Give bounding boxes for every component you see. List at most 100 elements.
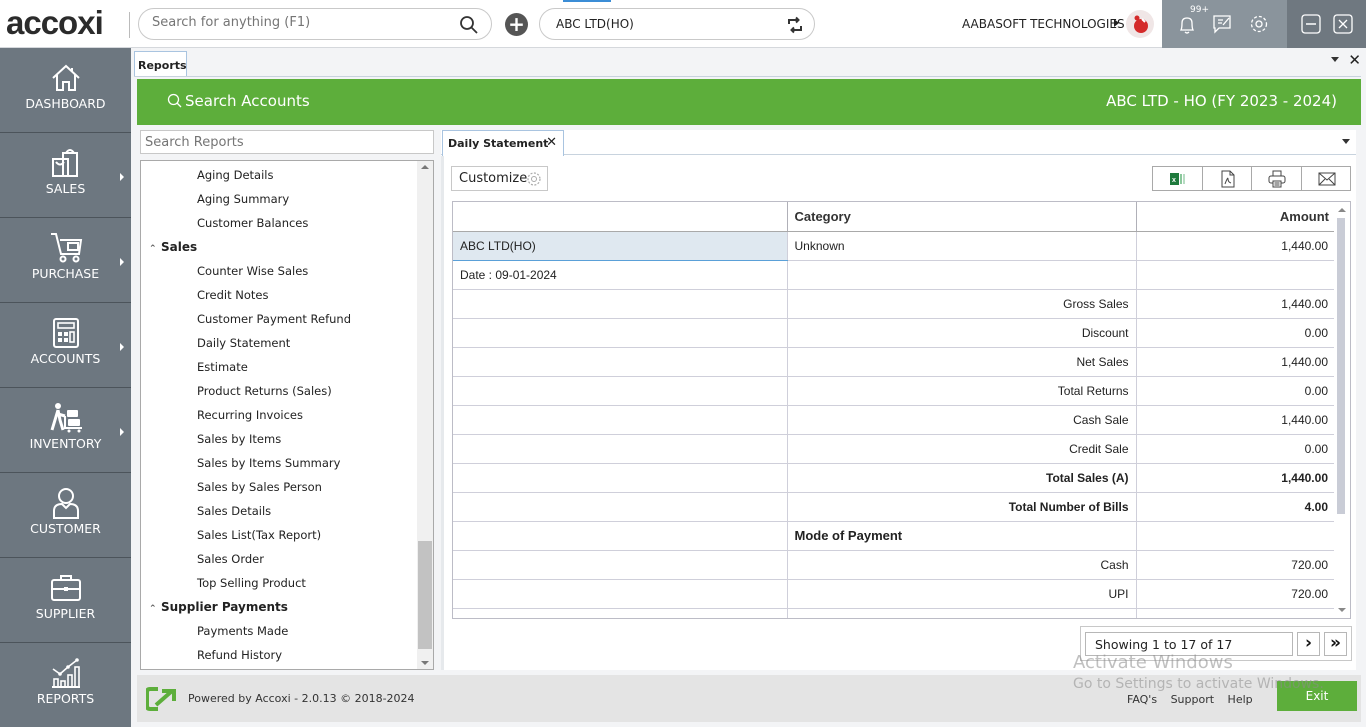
scroll-down-icon[interactable] [1338,608,1346,612]
close-window-icon[interactable] [1332,13,1354,35]
message-edit-icon[interactable] [1212,13,1234,35]
accoxi-logo[interactable]: accoxi [6,4,104,42]
cell-category: Total Number of Bills [787,492,1137,522]
tree-item[interactable]: Top Selling Product [197,576,306,590]
search-reports-input[interactable] [141,131,433,154]
tree-group[interactable]: ⌃ Sales [149,240,197,254]
table-row[interactable]: Mode of Payment [453,521,1336,551]
faq-link[interactable]: FAQ's [1127,693,1157,706]
cell-category: Mode of Payment [787,521,1137,551]
tree-item[interactable]: Counter Wise Sales [197,264,308,278]
table-row[interactable]: Date : 09-01-2024 [453,260,1336,290]
company-selector[interactable]: ABC LTD(HO) [539,8,815,40]
export-pdf-button[interactable] [1203,167,1252,190]
sidebar-item-supplier[interactable]: SUPPLIER [0,558,131,643]
table-row[interactable]: Discount 0.00 [453,318,1336,348]
global-search[interactable] [138,8,492,40]
table-row[interactable]: ABC LTD(HO) Unknown 1,440.00 [453,231,1336,261]
tab-reports[interactable]: Reports [134,51,187,77]
table-row[interactable]: Cash 720.00 [453,550,1336,580]
org-caret-icon[interactable] [1114,19,1119,27]
column-header-amount[interactable]: Amount [1136,202,1336,232]
table-row[interactable]: Total Sales (A) 1,440.00 [453,463,1336,493]
tab-list-dropdown-icon[interactable] [1331,57,1339,62]
column-header[interactable] [453,202,788,232]
sidebar-item-sales[interactable]: SALES [0,133,131,218]
tree-item[interactable]: Sales by Sales Person [197,480,322,494]
print-button[interactable] [1252,167,1302,190]
tab-list-dropdown-icon[interactable] [1342,139,1350,144]
table-row[interactable]: Cash Sale 1,440.00 [453,405,1336,435]
table-row[interactable] [453,608,1336,618]
tree-item[interactable]: Aging Summary [197,192,289,206]
table-row[interactable]: Credit Sale 0.00 [453,434,1336,464]
tree-item[interactable]: Sales by Items Summary [197,456,340,470]
cell-entity: ABC LTD(HO) [453,231,788,261]
tree-item[interactable]: Sales by Items [197,432,281,446]
tree-group-label: Supplier Payments [161,600,288,614]
export-excel-button[interactable]: x [1153,167,1203,190]
sidebar-item-customer[interactable]: CUSTOMER [0,473,131,558]
collapse-chevron-icon[interactable]: ⌃ [149,244,161,254]
sidebar-item-reports[interactable]: REPORTS [0,643,131,728]
bell-icon[interactable] [1176,13,1198,35]
tree-item[interactable]: Sales Details [197,504,271,518]
tree-group[interactable]: ⌃ Supplier Payments [149,600,288,614]
sidebar-label: REPORTS [36,691,95,706]
collapse-chevron-icon[interactable]: ⌃ [149,604,161,614]
tree-scrollbar[interactable] [417,161,433,669]
organization-name[interactable]: AABASOFT TECHNOLOGIES [962,17,1125,31]
tree-item[interactable]: Estimate [197,360,248,374]
table-scrollbar[interactable] [1334,202,1350,618]
sidebar-item-purchase[interactable]: PURCHASE [0,218,131,303]
tree-item[interactable]: Credit Notes [197,288,268,302]
refresh-icon[interactable] [786,16,804,34]
user-avatar[interactable] [1126,10,1154,38]
tree-item[interactable]: Customer Payment Refund [197,312,351,326]
help-link[interactable]: Help [1228,693,1253,706]
company-fiscal-year: ABC LTD - HO (FY 2023 - 2024) [1106,92,1337,110]
user-icon [53,488,79,519]
sidebar-item-inventory[interactable]: INVENTORY [0,388,131,473]
sidebar-item-dashboard[interactable]: DASHBOARD [0,48,131,133]
column-header-category[interactable]: Category [787,202,1137,232]
sidebar-item-accounts[interactable]: ACCOUNTS [0,303,131,388]
tree-item[interactable]: Daily Statement [197,336,290,350]
table-row[interactable]: Gross Sales 1,440.00 [453,289,1336,319]
close-tab-icon[interactable]: ✕ [1348,51,1361,69]
email-icon [1318,172,1335,186]
tree-item[interactable]: Refund History [197,648,282,662]
table-row[interactable]: Net Sales 1,440.00 [453,347,1336,377]
tree-item[interactable]: Payments Made [197,624,288,638]
add-new-button[interactable]: + [505,13,528,36]
table-row[interactable]: Total Returns 0.00 [453,376,1336,406]
scroll-up-icon[interactable] [421,165,429,169]
global-search-input[interactable] [152,15,452,30]
scrollbar-thumb[interactable] [418,541,432,649]
scrollbar-thumb[interactable] [1337,218,1345,514]
scroll-up-icon[interactable] [1338,208,1346,212]
support-link[interactable]: Support [1171,693,1214,706]
email-button[interactable] [1302,167,1351,190]
customize-button[interactable]: Customize [451,166,548,191]
table-row[interactable]: Total Number of Bills 4.00 [453,492,1336,522]
tree-item[interactable]: Product Returns (Sales) [197,384,332,398]
search-icon[interactable] [459,15,479,35]
search-reports-field[interactable] [140,130,434,154]
gear-icon[interactable] [1248,13,1270,35]
minimize-icon[interactable] [1300,13,1322,35]
search-accounts-button[interactable]: Search Accounts [167,92,310,110]
tree-item[interactable]: Sales Order [197,552,264,566]
submenu-caret-icon [120,428,124,436]
last-page-button[interactable]: » [1324,632,1347,656]
tab-daily-statement[interactable]: Daily Statement ✕ [442,130,564,156]
tree-item[interactable]: Recurring Invoices [197,408,303,422]
tree-item[interactable]: Customer Balances [197,216,308,230]
tree-item[interactable]: Sales List(Tax Report) [197,528,321,542]
tree-item[interactable]: Aging Details [197,168,273,182]
close-tab-icon[interactable]: ✕ [546,135,557,150]
scroll-down-icon[interactable] [421,661,429,665]
logo-divider [129,12,130,38]
next-page-button[interactable]: › [1297,632,1320,656]
table-row[interactable]: UPI 720.00 [453,579,1336,609]
